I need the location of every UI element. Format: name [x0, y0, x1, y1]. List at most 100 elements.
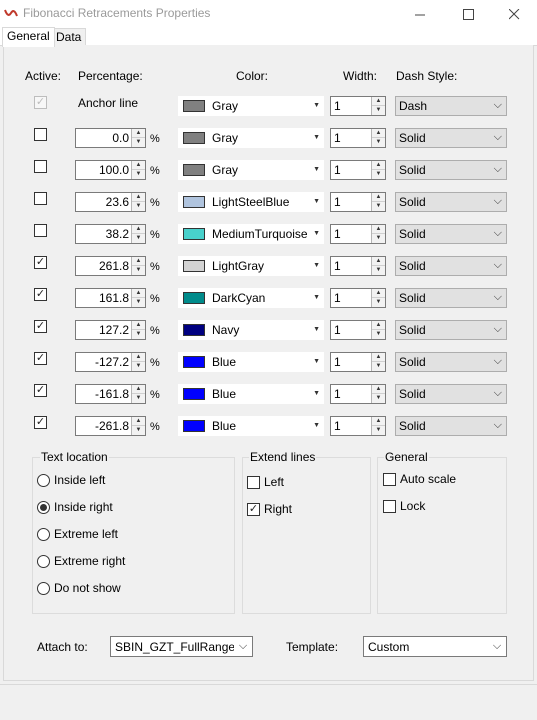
- width-stepper[interactable]: 1 ▲ ▼: [330, 128, 386, 148]
- spin-down-icon[interactable]: ▼: [132, 138, 145, 147]
- dash-style-select[interactable]: Solid ⌵: [395, 192, 507, 212]
- spin-down-icon[interactable]: ▼: [372, 234, 385, 243]
- color-select[interactable]: Gray ▼: [178, 160, 324, 180]
- spin-buttons[interactable]: ▲ ▼: [371, 161, 385, 179]
- width-stepper[interactable]: 1 ▲ ▼: [330, 352, 386, 372]
- auto-scale-checkbox[interactable]: [383, 473, 396, 486]
- level-active-checkbox[interactable]: ✓: [34, 320, 47, 333]
- spin-up-icon[interactable]: ▲: [132, 353, 145, 362]
- width-stepper[interactable]: 1 ▲ ▼: [330, 224, 386, 244]
- spin-up-icon[interactable]: ▲: [132, 193, 145, 202]
- spin-up-icon[interactable]: ▲: [132, 417, 145, 426]
- spin-up-icon[interactable]: ▲: [372, 353, 385, 362]
- radio-inside-left[interactable]: [37, 474, 50, 487]
- spin-down-icon[interactable]: ▼: [372, 106, 385, 115]
- spin-down-icon[interactable]: ▼: [372, 298, 385, 307]
- level-active-checkbox[interactable]: ✓: [34, 352, 47, 365]
- color-select[interactable]: DarkCyan ▼: [178, 288, 324, 308]
- spin-up-icon[interactable]: ▲: [372, 97, 385, 106]
- level-active-checkbox[interactable]: ✓: [34, 288, 47, 301]
- tab-data[interactable]: Data: [51, 28, 87, 46]
- spin-up-icon[interactable]: ▲: [372, 129, 385, 138]
- spin-buttons[interactable]: ▲ ▼: [131, 417, 145, 435]
- spin-up-icon[interactable]: ▲: [132, 321, 145, 330]
- width-stepper[interactable]: 1 ▲ ▼: [330, 416, 386, 436]
- template-select[interactable]: Custom ⌵: [363, 636, 507, 657]
- percentage-stepper[interactable]: -127.2 ▲ ▼: [75, 352, 146, 372]
- color-select[interactable]: LightSteelBlue ▼: [178, 192, 324, 212]
- spin-down-icon[interactable]: ▼: [372, 330, 385, 339]
- spin-buttons[interactable]: ▲ ▼: [131, 161, 145, 179]
- spin-down-icon[interactable]: ▼: [372, 202, 385, 211]
- width-stepper[interactable]: 1 ▲ ▼: [330, 288, 386, 308]
- spin-buttons[interactable]: ▲ ▼: [131, 129, 145, 147]
- close-button[interactable]: [491, 0, 537, 28]
- spin-buttons[interactable]: ▲ ▼: [371, 417, 385, 435]
- spin-up-icon[interactable]: ▲: [372, 417, 385, 426]
- radio-extreme-right[interactable]: [37, 555, 50, 568]
- spin-up-icon[interactable]: ▲: [372, 193, 385, 202]
- spin-buttons[interactable]: ▲ ▼: [371, 385, 385, 403]
- dash-style-select[interactable]: Solid ⌵: [395, 224, 507, 244]
- spin-down-icon[interactable]: ▼: [372, 170, 385, 179]
- spin-down-icon[interactable]: ▼: [132, 330, 145, 339]
- radio-extreme-left[interactable]: [37, 528, 50, 541]
- color-select[interactable]: Blue ▼: [178, 384, 324, 404]
- spin-buttons[interactable]: ▲ ▼: [131, 225, 145, 243]
- dash-style-select[interactable]: Solid ⌵: [395, 384, 507, 404]
- color-select[interactable]: LightGray ▼: [178, 256, 324, 276]
- spin-buttons[interactable]: ▲ ▼: [371, 193, 385, 211]
- percentage-stepper[interactable]: -161.8 ▲ ▼: [75, 384, 146, 404]
- percentage-stepper[interactable]: 38.2 ▲ ▼: [75, 224, 146, 244]
- anchor-dash-select[interactable]: Dash ⌵: [395, 96, 507, 116]
- level-active-checkbox[interactable]: [34, 160, 47, 173]
- percentage-stepper[interactable]: -261.8 ▲ ▼: [75, 416, 146, 436]
- radio-inside-right[interactable]: [37, 501, 50, 514]
- dash-style-select[interactable]: Solid ⌵: [395, 320, 507, 340]
- spin-buttons[interactable]: ▲ ▼: [371, 289, 385, 307]
- color-select[interactable]: Blue ▼: [178, 416, 324, 436]
- color-select[interactable]: MediumTurquoise ▼: [178, 224, 324, 244]
- maximize-button[interactable]: [445, 0, 491, 28]
- spin-down-icon[interactable]: ▼: [132, 362, 145, 371]
- level-active-checkbox[interactable]: ✓: [34, 416, 47, 429]
- spin-down-icon[interactable]: ▼: [132, 266, 145, 275]
- lock-checkbox[interactable]: [383, 500, 396, 513]
- spin-up-icon[interactable]: ▲: [132, 225, 145, 234]
- spin-up-icon[interactable]: ▲: [372, 289, 385, 298]
- width-stepper[interactable]: 1 ▲ ▼: [330, 320, 386, 340]
- anchor-width-stepper[interactable]: 1 ▲ ▼: [330, 96, 386, 116]
- width-stepper[interactable]: 1 ▲ ▼: [330, 256, 386, 276]
- spin-buttons[interactable]: ▲ ▼: [371, 321, 385, 339]
- spin-buttons[interactable]: ▲ ▼: [371, 129, 385, 147]
- percentage-stepper[interactable]: 23.6 ▲ ▼: [75, 192, 146, 212]
- spin-down-icon[interactable]: ▼: [372, 138, 385, 147]
- spin-down-icon[interactable]: ▼: [132, 202, 145, 211]
- tab-general[interactable]: General: [2, 27, 55, 47]
- spin-down-icon[interactable]: ▼: [132, 394, 145, 403]
- spin-buttons[interactable]: ▲ ▼: [371, 97, 385, 115]
- dash-style-select[interactable]: Solid ⌵: [395, 128, 507, 148]
- spin-down-icon[interactable]: ▼: [132, 170, 145, 179]
- anchor-color-select[interactable]: Gray ▼: [178, 96, 324, 116]
- level-active-checkbox[interactable]: [34, 192, 47, 205]
- spin-up-icon[interactable]: ▲: [372, 321, 385, 330]
- level-active-checkbox[interactable]: ✓: [34, 256, 47, 269]
- spin-buttons[interactable]: ▲ ▼: [131, 353, 145, 371]
- minimize-button[interactable]: [397, 0, 443, 28]
- dash-style-select[interactable]: Solid ⌵: [395, 288, 507, 308]
- spin-buttons[interactable]: ▲ ▼: [371, 257, 385, 275]
- extend-right-checkbox[interactable]: ✓: [247, 503, 260, 516]
- spin-buttons[interactable]: ▲ ▼: [131, 193, 145, 211]
- attach-to-select[interactable]: SBIN_GZT_FullRange_1( ⌵: [110, 636, 253, 657]
- level-active-checkbox[interactable]: ✓: [34, 384, 47, 397]
- spin-up-icon[interactable]: ▲: [132, 257, 145, 266]
- level-active-checkbox[interactable]: [34, 128, 47, 141]
- level-active-checkbox[interactable]: [34, 224, 47, 237]
- spin-down-icon[interactable]: ▼: [132, 234, 145, 243]
- spin-buttons[interactable]: ▲ ▼: [131, 289, 145, 307]
- width-stepper[interactable]: 1 ▲ ▼: [330, 160, 386, 180]
- spin-down-icon[interactable]: ▼: [132, 298, 145, 307]
- spin-buttons[interactable]: ▲ ▼: [131, 257, 145, 275]
- color-select[interactable]: Navy ▼: [178, 320, 324, 340]
